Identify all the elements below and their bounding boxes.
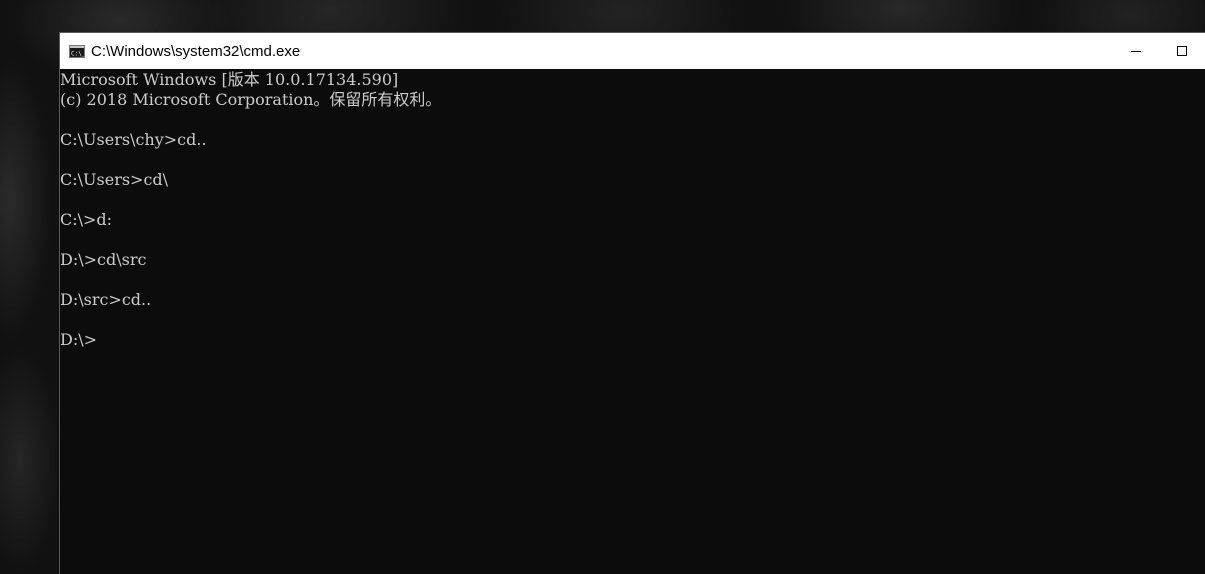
console-line: C:\>d: xyxy=(60,210,113,229)
console-line: C:\Users\chy>cd.. xyxy=(60,130,207,149)
console-output[interactable]: Microsoft Windows [版本 10.0.17134.590] (c… xyxy=(60,69,1205,574)
svg-text:C:\_: C:\_ xyxy=(71,50,85,57)
maximize-icon xyxy=(1177,46,1187,56)
console-line: D:\>cd\src xyxy=(60,250,147,269)
console-line: (c) 2018 Microsoft Corporation。保留所有权利。 xyxy=(60,90,442,109)
cmd-window[interactable]: C:\_ C:\Windows\system32\cmd.exe Microso… xyxy=(59,32,1205,574)
maximize-button[interactable] xyxy=(1159,33,1205,69)
console-line: D:\src>cd.. xyxy=(60,290,152,309)
minimize-icon xyxy=(1131,51,1141,52)
cmd-icon: C:\_ xyxy=(69,44,85,58)
minimize-button[interactable] xyxy=(1113,33,1159,69)
title-bar[interactable]: C:\_ C:\Windows\system32\cmd.exe xyxy=(60,33,1205,69)
window-controls xyxy=(1113,33,1205,69)
window-title: C:\Windows\system32\cmd.exe xyxy=(91,42,301,60)
console-line: Microsoft Windows [版本 10.0.17134.590] xyxy=(60,70,399,89)
console-line: C:\Users>cd\ xyxy=(60,170,169,189)
command-prompt[interactable]: D:\> xyxy=(60,330,1205,350)
